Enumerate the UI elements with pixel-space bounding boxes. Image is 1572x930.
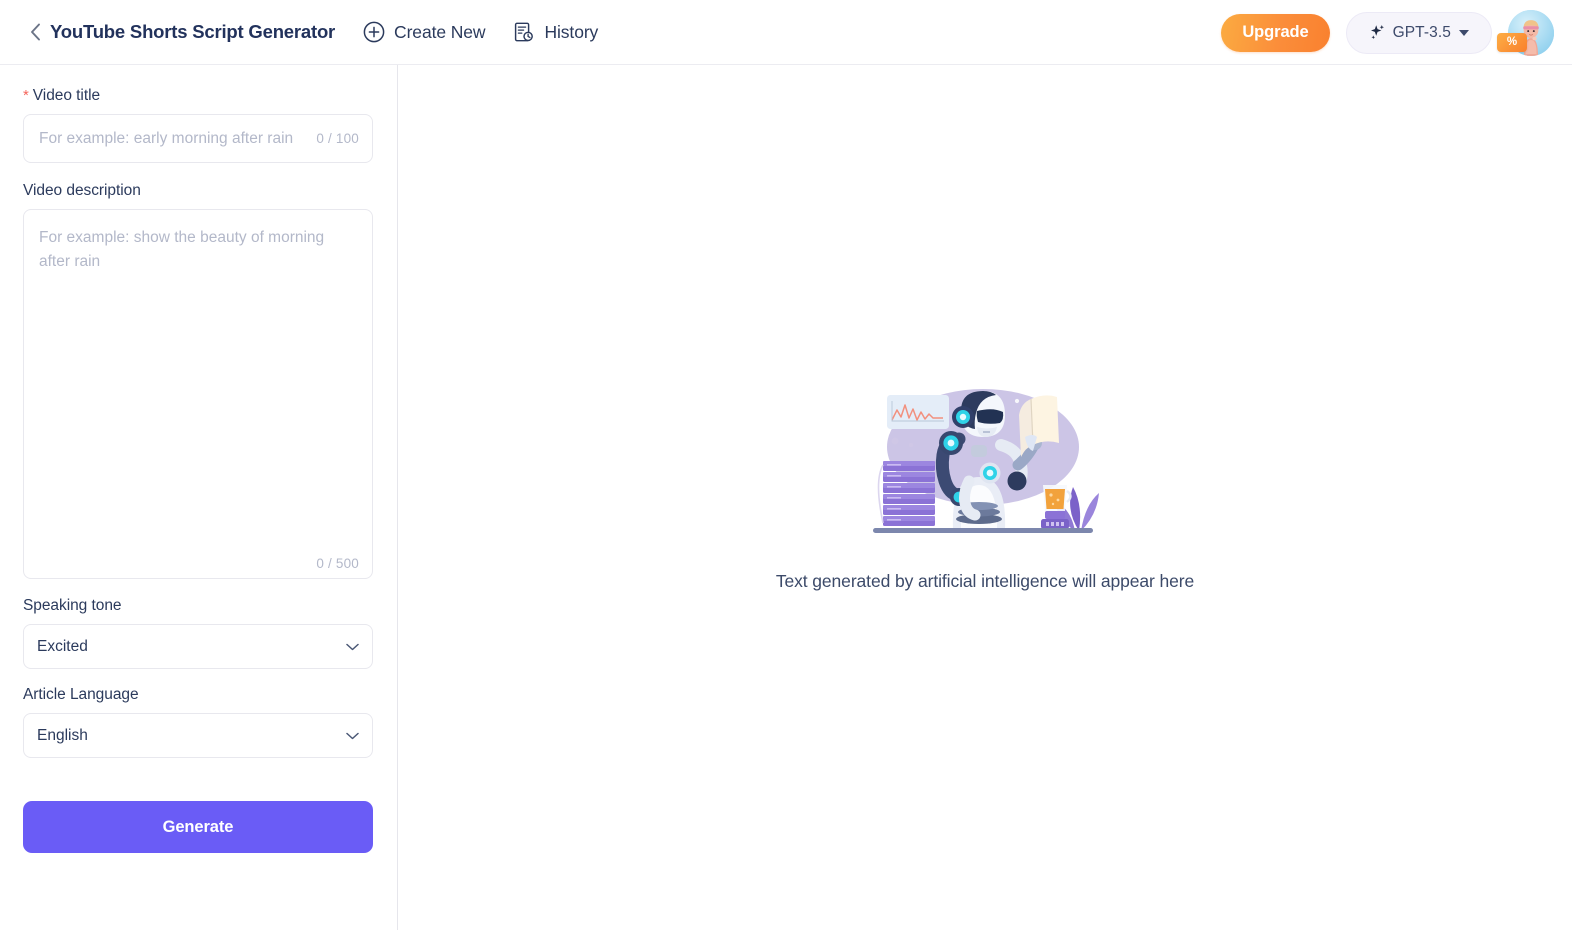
chevron-down-icon xyxy=(1459,29,1469,36)
document-clock-icon xyxy=(513,21,535,43)
chevron-left-icon xyxy=(30,23,40,41)
model-label: GPT-3.5 xyxy=(1392,23,1451,41)
video-description-counter: 0 / 500 xyxy=(316,556,359,571)
app-body: * Video title 0 / 100 Video description … xyxy=(0,65,1572,930)
header-right-group: Upgrade GPT-3.5 % xyxy=(1221,0,1554,65)
chevron-down-icon xyxy=(346,729,359,742)
plus-circle-icon xyxy=(363,21,385,43)
field-speaking-tone: Speaking tone Excited xyxy=(23,597,373,669)
required-marker: * xyxy=(23,87,29,104)
upgrade-button[interactable]: Upgrade xyxy=(1221,13,1330,52)
generate-button[interactable]: Generate xyxy=(23,801,373,853)
create-new-label: Create New xyxy=(394,21,486,42)
header-left-group: YouTube Shorts Script Generator Create N… xyxy=(0,18,598,46)
discount-badge: % xyxy=(1497,32,1527,52)
video-title-label: * Video title xyxy=(23,87,373,105)
speaking-tone-label-text: Speaking tone xyxy=(23,597,122,614)
speaking-tone-label: Speaking tone xyxy=(23,597,373,615)
speaking-tone-select[interactable]: Excited xyxy=(23,624,373,669)
chevron-down-icon xyxy=(346,640,359,653)
video-title-input[interactable] xyxy=(37,115,307,162)
page-title: YouTube Shorts Script Generator xyxy=(50,21,336,42)
article-language-select[interactable]: English xyxy=(23,713,373,758)
empty-state: Text generated by artificial intelligenc… xyxy=(398,65,1572,930)
model-selector[interactable]: GPT-3.5 xyxy=(1345,11,1492,54)
result-panel: Text generated by artificial intelligenc… xyxy=(398,65,1572,930)
empty-state-text: Text generated by artificial intelligenc… xyxy=(775,571,1195,591)
history-label: History xyxy=(544,21,599,42)
video-description-textarea-wrap[interactable]: 0 / 500 xyxy=(23,209,373,579)
form-panel: * Video title 0 / 100 Video description … xyxy=(0,65,398,930)
speaking-tone-value: Excited xyxy=(37,637,88,655)
robot-reading-book-illustration xyxy=(873,389,1099,533)
video-description-label: Video description xyxy=(23,182,373,200)
field-article-language: Article Language English xyxy=(23,686,373,758)
avatar[interactable]: % xyxy=(1497,9,1554,56)
article-language-label: Article Language xyxy=(23,686,373,704)
create-new-button[interactable]: Create New xyxy=(363,21,486,43)
app-header: YouTube Shorts Script Generator Create N… xyxy=(0,0,1572,65)
back-button[interactable] xyxy=(26,18,44,46)
article-language-label-text: Article Language xyxy=(23,686,139,703)
video-title-input-wrap[interactable]: 0 / 100 xyxy=(23,114,373,163)
history-button[interactable]: History xyxy=(513,21,598,43)
article-language-value: English xyxy=(37,726,88,744)
video-title-label-text: Video title xyxy=(32,87,101,104)
field-video-title: * Video title 0 / 100 xyxy=(23,87,373,163)
video-title-counter: 0 / 100 xyxy=(316,131,359,146)
field-video-description: Video description 0 / 500 xyxy=(23,182,373,579)
video-description-textarea[interactable] xyxy=(37,224,359,552)
sparkle-icon xyxy=(1369,24,1386,41)
video-description-label-text: Video description xyxy=(23,182,141,199)
